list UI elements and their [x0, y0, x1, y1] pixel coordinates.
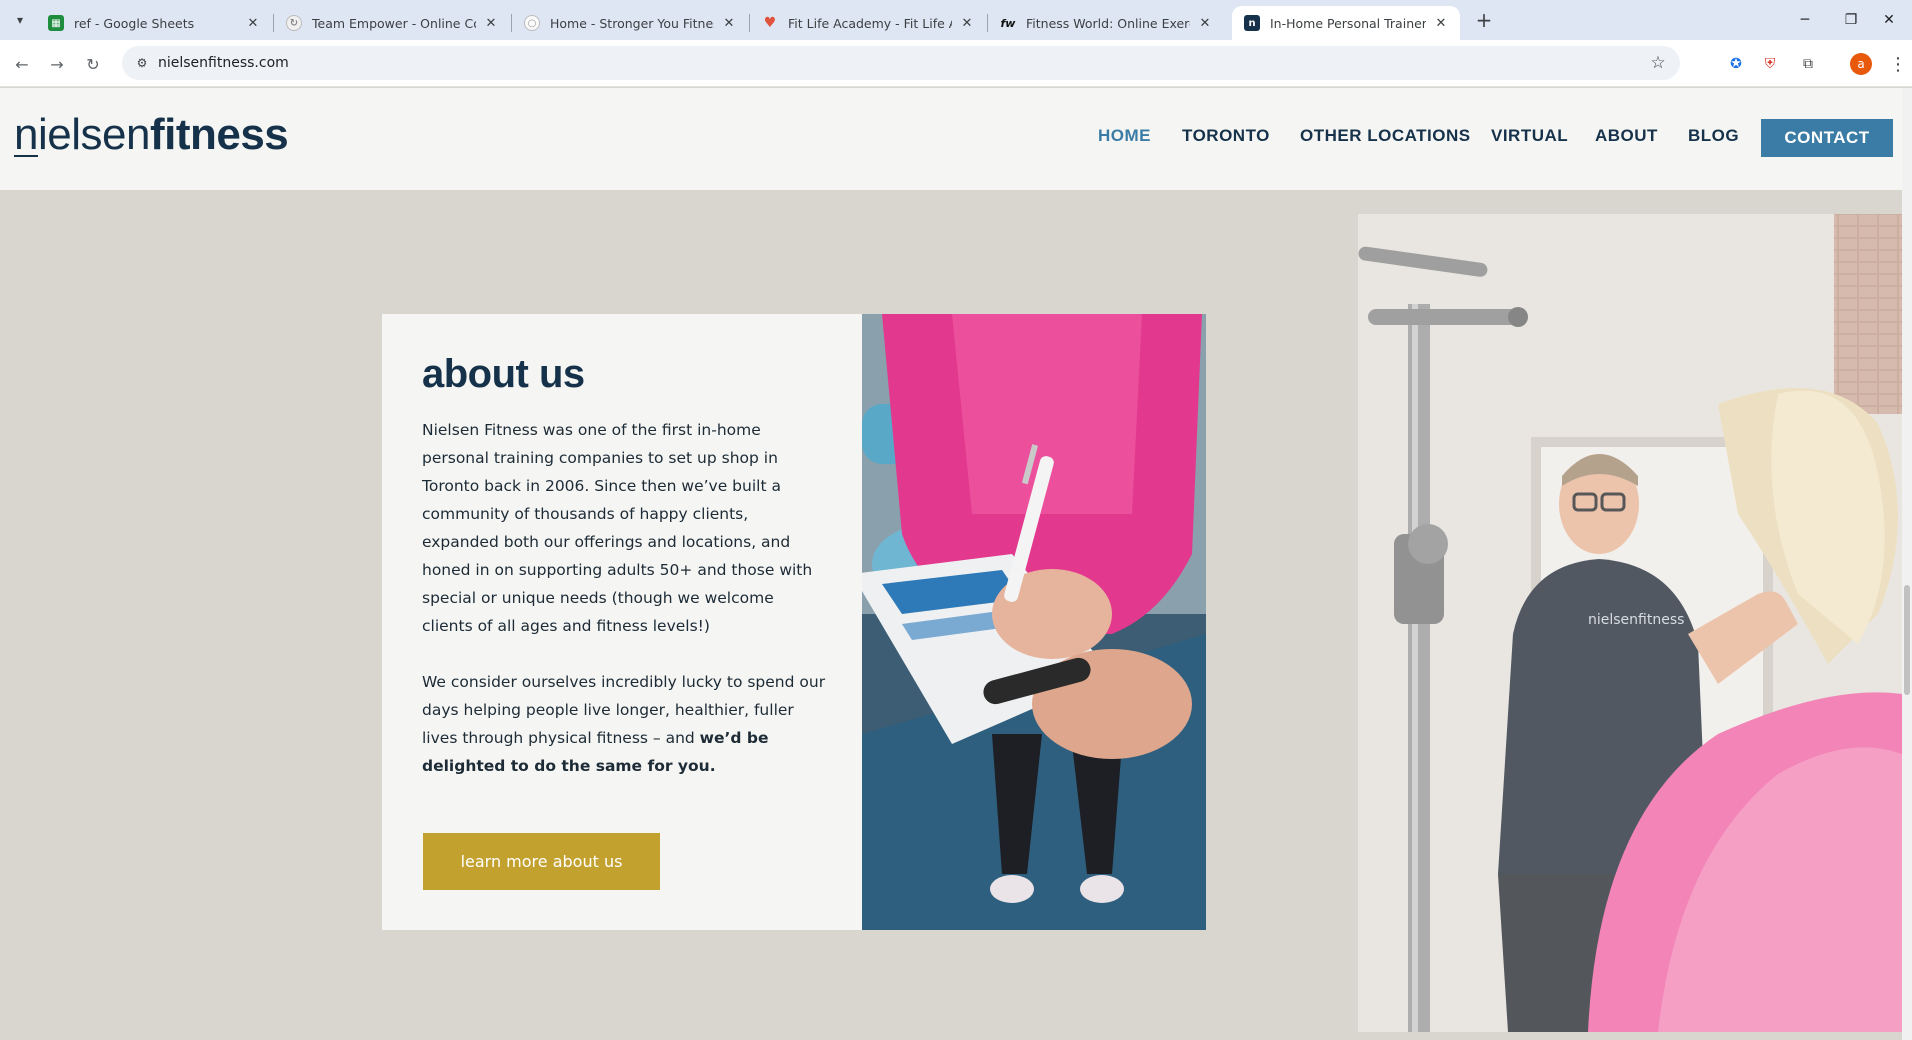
browser-tab-team-empower[interactable]: ↻ Team Empower - Online Coachi ✕: [274, 6, 510, 40]
tab-title: Team Empower - Online Coachi: [312, 15, 476, 31]
logo-ielsen: ielsen: [37, 110, 150, 159]
webpage: nielsenfitness HOME TORONTO OTHER LOCATI…: [0, 88, 1902, 1040]
learn-more-button[interactable]: learn more about us: [423, 833, 660, 890]
browser-tab-fitness-world[interactable]: fw Fitness World: Online Exercise C ✕: [988, 6, 1224, 40]
trainer-mirror-photo: nielsenfitness: [1358, 214, 1902, 1032]
bookmark-star-icon[interactable]: ☆: [1648, 53, 1668, 73]
extension-shield-icon[interactable]: ⛨: [1758, 52, 1782, 76]
tab-search-chevron-icon[interactable]: ▾: [8, 8, 32, 32]
nav-virtual[interactable]: VIRTUAL: [1491, 126, 1568, 146]
close-icon[interactable]: ✕: [244, 14, 262, 32]
tab-title: Fitness World: Online Exercise C: [1026, 15, 1190, 31]
address-bar[interactable]: ⚙ nielsenfitness.com ☆: [122, 46, 1680, 80]
logo-fitness: fitness: [149, 110, 289, 159]
site-header: nielsenfitness HOME TORONTO OTHER LOCATI…: [0, 88, 1902, 190]
browser-menu-kebab-icon[interactable]: ⋮: [1886, 52, 1910, 76]
site-settings-icon[interactable]: ⚙: [134, 55, 150, 71]
page-scrollbar[interactable]: [1902, 88, 1912, 1040]
extension-globe-icon[interactable]: ✪: [1724, 52, 1748, 76]
back-arrow-icon[interactable]: ←: [8, 50, 36, 78]
close-icon[interactable]: ✕: [482, 14, 500, 32]
reload-icon[interactable]: ↻: [79, 50, 107, 78]
close-icon[interactable]: ✕: [1196, 14, 1214, 32]
about-paragraph-1: Nielsen Fitness was one of the first in-…: [422, 421, 813, 635]
profile-initial: a: [1850, 53, 1872, 75]
tab-title: In-Home Personal Trainer | Niel: [1270, 15, 1426, 31]
close-icon[interactable]: ✕: [958, 14, 976, 32]
nielsen-icon: n: [1244, 15, 1260, 31]
nav-blog[interactable]: BLOG: [1688, 126, 1739, 146]
team-empower-icon: ↻: [286, 15, 302, 31]
profile-avatar[interactable]: a: [1849, 52, 1873, 76]
sheets-icon: ▦: [48, 15, 64, 31]
minimize-icon[interactable]: ─: [1782, 0, 1828, 40]
about-us-card: about us Nielsen Fitness was one of the …: [382, 314, 862, 930]
contact-button[interactable]: CONTACT: [1761, 119, 1893, 157]
close-icon[interactable]: ✕: [720, 14, 738, 32]
nav-home[interactable]: HOME: [1098, 126, 1151, 146]
url-text[interactable]: nielsenfitness.com: [158, 46, 289, 80]
close-icon[interactable]: ✕: [1432, 14, 1450, 32]
tab-title: Home - Stronger You Fitness: [550, 15, 714, 31]
stronger-you-icon: ○: [524, 15, 540, 31]
logo-n: n: [14, 110, 38, 159]
forward-arrow-icon[interactable]: →: [43, 50, 71, 78]
fitness-world-icon: fw: [1000, 16, 1016, 30]
window-close-icon[interactable]: ✕: [1866, 0, 1912, 40]
browser-tab-fit-life[interactable]: ♥ Fit Life Academy - Fit Life Acad ✕: [750, 6, 986, 40]
browser-tab-stronger-you[interactable]: ○ Home - Stronger You Fitness ✕: [512, 6, 748, 40]
clipboard-photo: [862, 314, 1206, 930]
scrollbar-thumb[interactable]: [1904, 585, 1910, 695]
nav-other-locations[interactable]: OTHER LOCATIONS: [1300, 126, 1471, 146]
about-us-heading: about us: [422, 352, 585, 396]
about-paragraph-2: We consider ourselves incredibly lucky t…: [422, 668, 827, 780]
new-tab-plus-icon[interactable]: +: [1470, 8, 1498, 32]
browser-tab-google-sheets[interactable]: ▦ ref - Google Sheets ✕: [36, 6, 272, 40]
fit-life-icon: ♥: [763, 15, 777, 31]
browser-tab-strip: ▾ ▦ ref - Google Sheets ✕ ↻ Team Empower…: [0, 0, 1912, 40]
nav-toronto[interactable]: TORONTO: [1182, 126, 1270, 146]
tab-title: Fit Life Academy - Fit Life Acad: [788, 15, 952, 31]
nav-about[interactable]: ABOUT: [1595, 126, 1658, 146]
nielsen-fitness-logo[interactable]: nielsenfitness: [14, 110, 289, 160]
tab-title: ref - Google Sheets: [74, 15, 195, 31]
browser-tab-nielsen-active[interactable]: n In-Home Personal Trainer | Niel ✕: [1232, 6, 1460, 40]
extensions-puzzle-icon[interactable]: ⧉: [1796, 52, 1820, 76]
